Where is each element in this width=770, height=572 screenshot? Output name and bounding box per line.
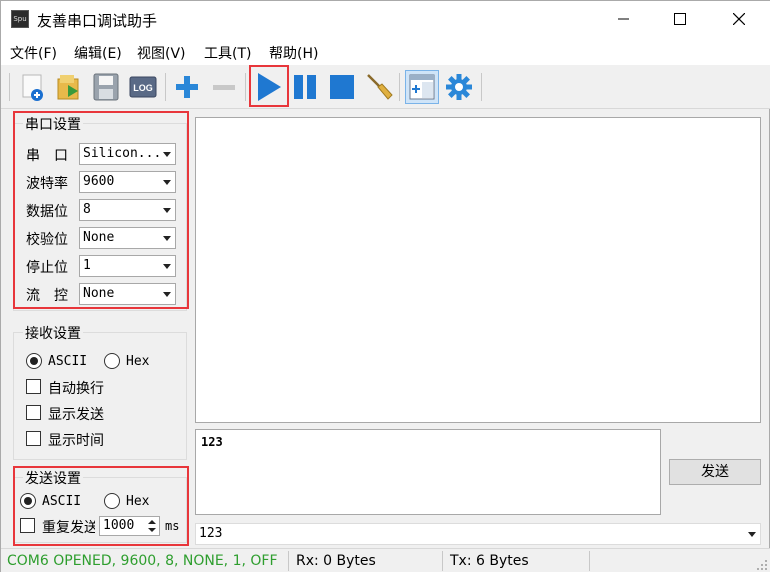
window-title: 友善串口调试助手: [37, 12, 158, 30]
menu-tools[interactable]: 工具(T): [204, 43, 251, 63]
tx-count: Tx: 6 Bytes: [450, 553, 529, 569]
receive-ascii-radio[interactable]: [26, 353, 42, 369]
open-icon: [57, 75, 79, 100]
minimize-button[interactable]: [601, 1, 647, 37]
receive-textarea[interactable]: [195, 117, 761, 423]
chevron-down-icon: [748, 532, 756, 537]
receive-hex-label: Hex: [126, 354, 150, 369]
receive-settings-title: 接收设置: [23, 323, 83, 343]
panel-toggle-button[interactable]: [405, 70, 439, 104]
receive-hex-radio[interactable]: [104, 353, 120, 369]
open-file-button[interactable]: [52, 70, 86, 104]
svg-text:LOG: LOG: [133, 83, 153, 93]
send-button[interactable]: 发送: [669, 459, 761, 485]
add-button[interactable]: [170, 70, 204, 104]
remove-icon: [213, 85, 235, 90]
status-bar: COM6 OPENED, 9600, 8, NONE, 1, OFF Rx: 0…: [1, 548, 770, 572]
show-send-label: 显示发送: [48, 407, 104, 423]
close-button[interactable]: [716, 1, 762, 37]
show-time-checkbox[interactable]: [26, 431, 41, 446]
send-settings-highlight: [13, 466, 189, 546]
connection-status: COM6 OPENED, 9600, 8, NONE, 1, OFF: [7, 553, 278, 569]
serial-settings-highlight: [13, 111, 189, 309]
menu-view[interactable]: 视图(V): [137, 43, 186, 63]
show-time-label: 显示时间: [48, 433, 104, 449]
minimize-icon: [618, 18, 629, 20]
resize-grip-icon[interactable]: [756, 559, 768, 571]
maximize-button[interactable]: [657, 1, 703, 37]
auto-newline-checkbox[interactable]: [26, 379, 41, 394]
menu-bar: 文件(F) 编辑(E) 视图(V) 工具(T) 帮助(H): [1, 39, 770, 65]
remove-button[interactable]: [207, 70, 241, 104]
save-file-button[interactable]: [89, 70, 123, 104]
app-icon: Spu: [11, 10, 29, 28]
save-icon: [93, 73, 119, 101]
play-highlight: [249, 65, 289, 107]
title-bar: Spu 友善串口调试助手: [1, 1, 770, 39]
toolbar: LOG: [1, 65, 770, 109]
menu-help[interactable]: 帮助(H): [269, 43, 318, 63]
stop-icon: [330, 75, 354, 99]
show-send-checkbox[interactable]: [26, 405, 41, 420]
receive-ascii-label: ASCII: [48, 354, 88, 369]
stop-button[interactable]: [325, 70, 359, 104]
log-icon: LOG: [129, 76, 157, 98]
rx-count: Rx: 0 Bytes: [296, 553, 376, 569]
close-icon: [733, 13, 745, 25]
pause-icon: [294, 75, 316, 99]
send-textarea[interactable]: 123: [195, 429, 661, 515]
settings-gear-icon: [446, 74, 472, 100]
panel-icon: [409, 74, 435, 100]
add-icon: [176, 76, 198, 98]
send-history-select[interactable]: 123: [195, 523, 761, 545]
log-button[interactable]: LOG: [126, 70, 160, 104]
menu-edit[interactable]: 编辑(E): [74, 43, 122, 63]
clear-button[interactable]: [362, 70, 396, 104]
new-icon: [22, 74, 43, 101]
clear-broom-icon: [367, 74, 393, 100]
pause-button[interactable]: [288, 70, 322, 104]
new-file-button[interactable]: [15, 70, 49, 104]
auto-newline-label: 自动换行: [48, 381, 104, 397]
maximize-icon: [674, 13, 686, 25]
settings-button[interactable]: [442, 70, 476, 104]
menu-file[interactable]: 文件(F): [10, 43, 57, 63]
main-window: Spu 友善串口调试助手 文件(F) 编辑(E) 视图(V) 工具(T) 帮助(…: [0, 0, 770, 572]
